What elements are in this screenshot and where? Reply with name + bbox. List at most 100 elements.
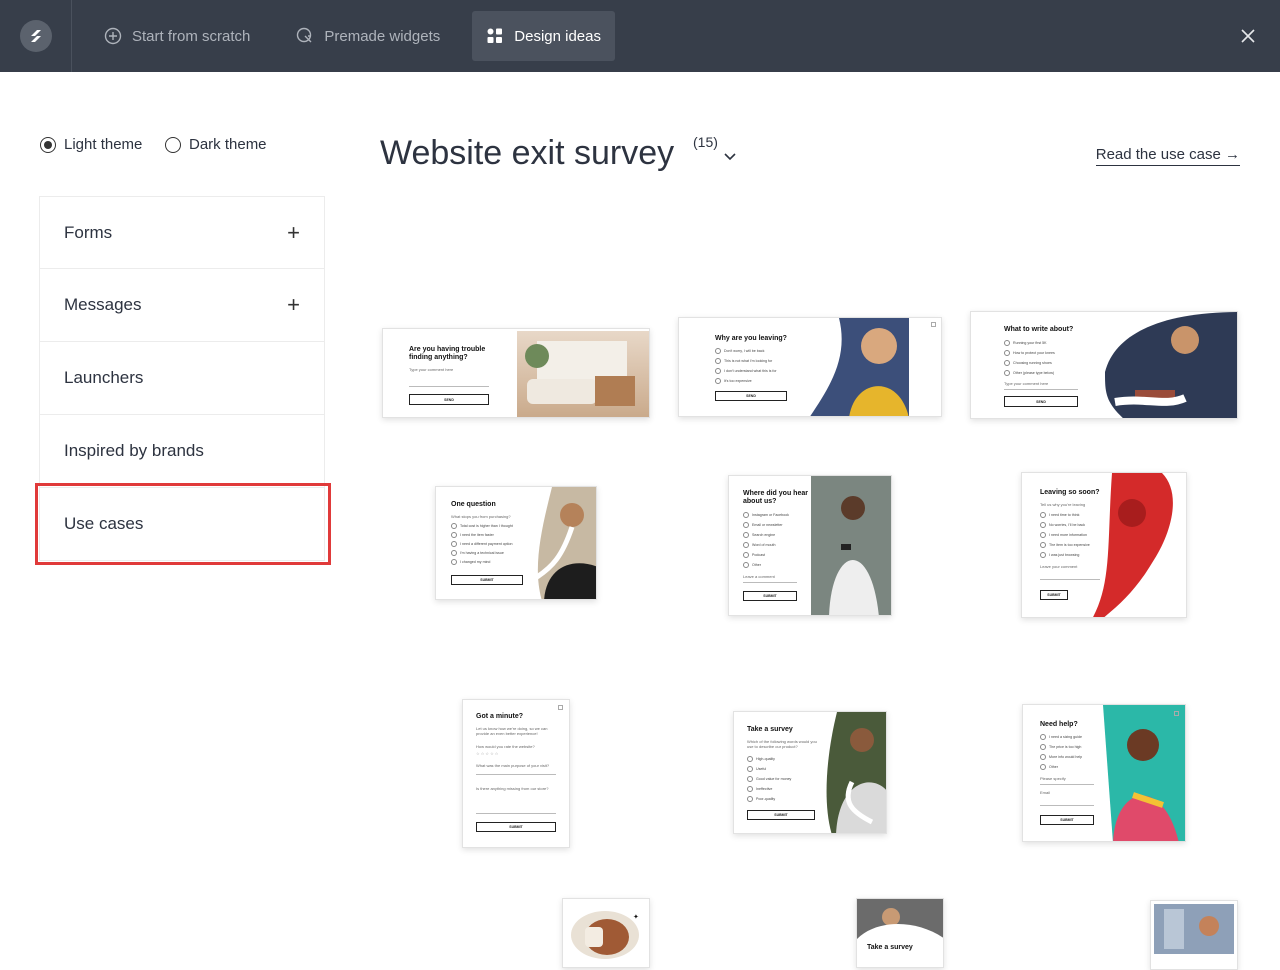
- plus-circle-icon: [104, 27, 122, 45]
- sidebar-item-label: Forms: [64, 222, 113, 242]
- template-card[interactable]: Why are you leaving? Don't worry, I will…: [678, 317, 942, 417]
- template-card[interactable]: Take a survey Which of the following wor…: [733, 711, 887, 834]
- radio-unchecked-icon: [165, 136, 181, 153]
- card-button: SUBMIT: [743, 591, 797, 601]
- card-option: More info would help: [1040, 754, 1082, 760]
- card-option: I was just browsing: [1040, 552, 1079, 558]
- card-option: Other: [743, 562, 761, 568]
- sidebar-item-messages[interactable]: Messages +: [39, 269, 325, 342]
- sidebar-item-forms[interactable]: Forms +: [39, 196, 325, 269]
- card-option: It's too expensive: [715, 378, 752, 384]
- template-card[interactable]: Leaving so soon? Tell us why you're leav…: [1021, 472, 1187, 618]
- dark-theme-option[interactable]: Dark theme: [165, 136, 267, 153]
- card-option: The price is too high: [1040, 744, 1081, 750]
- card-image: [809, 318, 941, 416]
- page-title: Website exit survey: [380, 134, 675, 172]
- tab-premade-widgets[interactable]: Premade widgets: [282, 11, 454, 61]
- card-image: [517, 331, 649, 417]
- input-line: [476, 813, 556, 814]
- plus-icon: +: [287, 292, 300, 317]
- card-question: How would you rate the website?: [476, 744, 535, 749]
- selection-highlight: [35, 483, 331, 565]
- plus-icon: +: [287, 219, 300, 245]
- template-card[interactable]: ✦: [562, 898, 650, 968]
- star-rating-icon: ☆ ☆ ☆ ☆ ☆: [476, 751, 499, 756]
- card-label: Email: [1040, 790, 1051, 795]
- card-option: Running your first 5K: [1004, 340, 1047, 346]
- card-option: Total cost is higher than I thought: [451, 523, 513, 529]
- card-question: Tell us why you're leaving: [1040, 502, 1086, 507]
- card-option: The item is too expensive: [1040, 542, 1090, 548]
- sidebar-item-launchers[interactable]: Launchers: [39, 342, 325, 415]
- card-button: SEND: [715, 391, 787, 401]
- card-button: SEND: [1004, 396, 1078, 407]
- light-theme-option[interactable]: Light theme: [40, 136, 142, 153]
- read-use-case-link[interactable]: Read the use case →: [1095, 146, 1240, 166]
- card-option: This is not what I'm looking for: [715, 358, 772, 364]
- template-card[interactable]: Got a minute? Let us know how we're doin…: [462, 699, 570, 848]
- template-card[interactable]: Are you having trouble finding anything?…: [382, 328, 650, 418]
- dark-theme-label: Dark theme: [189, 136, 267, 153]
- card-option: Word of mouth: [743, 542, 776, 548]
- card-placeholder: Please specify: [1040, 776, 1066, 781]
- template-card[interactable]: Need help? I need a sizing guide The pri…: [1022, 704, 1186, 842]
- card-option: I need a different payment option: [451, 541, 512, 547]
- card-option: I need the item faster: [451, 532, 494, 538]
- card-button: SUBMIT: [1040, 815, 1094, 825]
- card-image: [857, 899, 943, 939]
- card-subtitle: Let us know how we're doing, so we can p…: [476, 726, 548, 736]
- template-card[interactable]: One question What stops you from purchas…: [435, 486, 597, 600]
- card-image: [811, 476, 891, 615]
- card-option: Poor-quality: [747, 796, 775, 802]
- tab-label: Premade widgets: [324, 27, 441, 45]
- tab-label: Design ideas: [514, 27, 601, 45]
- input-line: [1040, 805, 1094, 806]
- card-option: Other (please type below): [1004, 370, 1054, 376]
- tab-design-ideas[interactable]: Design ideas: [472, 11, 615, 61]
- card-option: Search engine: [743, 532, 775, 538]
- card-option: No worries, I'll be back: [1040, 522, 1085, 528]
- card-question: Which of the following words would you u…: [747, 739, 817, 749]
- app-logo[interactable]: [0, 0, 72, 72]
- sidebar-item-inspired-by-brands[interactable]: Inspired by brands: [39, 415, 325, 488]
- card-option: I need time to think: [1040, 512, 1079, 518]
- card-option: Good value for money: [747, 776, 791, 782]
- card-option: I need a sizing guide: [1040, 734, 1082, 740]
- card-placeholder: Type your comment here: [409, 367, 454, 372]
- card-option: Ineffective: [747, 786, 772, 792]
- widget-icon: [296, 27, 314, 45]
- card-option: Choosing running shoes: [1004, 360, 1052, 366]
- card-image: [1154, 904, 1234, 954]
- template-card[interactable]: Take a survey: [856, 898, 944, 968]
- card-button: SUBMIT: [451, 575, 523, 585]
- chevron-down-icon[interactable]: [724, 148, 736, 166]
- input-line: [1004, 389, 1078, 390]
- sparkle-icon: ✦: [633, 914, 639, 921]
- radio-checked-icon: [40, 136, 56, 153]
- close-icon: [931, 322, 936, 327]
- template-count: (15): [693, 134, 718, 150]
- input-line: [409, 386, 489, 387]
- card-title: Are you having trouble finding anything?: [409, 346, 486, 361]
- card-option: I don't understand what this is for: [715, 368, 777, 374]
- card-option: Email or newsletter: [743, 522, 783, 528]
- close-icon: [558, 705, 563, 710]
- card-image: [822, 712, 886, 833]
- card-image: [532, 487, 596, 599]
- close-icon: [1174, 711, 1179, 716]
- card-question: Is there anything missing from our store…: [476, 786, 549, 791]
- tab-start-from-scratch[interactable]: Start from scratch: [90, 11, 264, 61]
- close-icon[interactable]: [1238, 26, 1258, 46]
- card-title: Take a survey: [867, 944, 913, 951]
- card-button: SUBMIT: [476, 822, 556, 832]
- template-card[interactable]: Where did you hear about us? Instagram o…: [728, 475, 892, 616]
- input-line: [1040, 784, 1094, 785]
- light-theme-label: Light theme: [64, 136, 143, 153]
- card-option: I need more information: [1040, 532, 1087, 538]
- grid-icon: [486, 27, 504, 45]
- card-option: I changed my mind: [451, 559, 490, 565]
- card-option: How to protect your knees: [1004, 350, 1055, 356]
- card-image: [1103, 705, 1185, 841]
- template-card[interactable]: What to write about? Running your first …: [970, 311, 1238, 419]
- card-title: Take a survey: [747, 726, 793, 733]
